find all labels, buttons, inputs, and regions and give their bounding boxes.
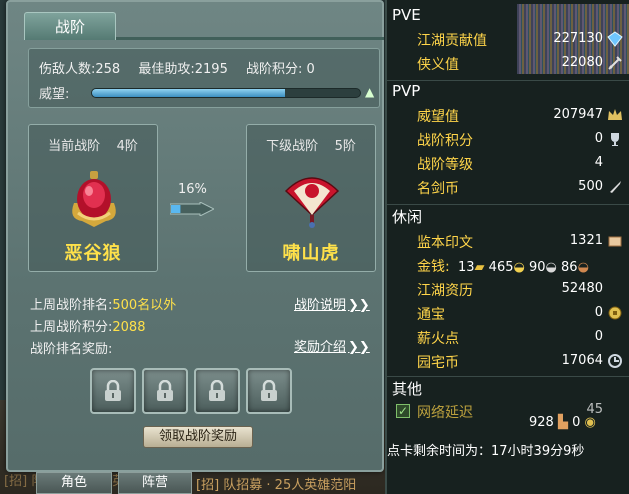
currency-label: 通宝 [417, 307, 445, 323]
chat-line: [招] 队招募 · 25人英雄范阳 [196, 478, 357, 493]
currency-label: 威望值 [417, 109, 459, 125]
prestige-fill [92, 89, 285, 97]
coin-icon: ◉ [584, 415, 596, 430]
reward-slot-locked[interactable] [90, 368, 136, 414]
silver-ingot-icon: ◒ [545, 260, 557, 275]
gold-brick-icon: ▰ [474, 260, 485, 275]
currency-label: 监本印文 [417, 235, 473, 251]
currency-value: 0 [594, 329, 603, 344]
currency-value: 0 [594, 305, 603, 320]
progress-arrow [170, 202, 214, 216]
double-chevron-icon: ❯❯ [348, 340, 370, 355]
current-rank-name: 恶谷狼 [64, 243, 122, 264]
footer-row: 928 ▙ 0 ◉ [389, 410, 629, 436]
current-rank-head: 当前战阶 4阶 [48, 139, 138, 154]
rank-explain-link[interactable]: 战阶说明 ❯❯ [294, 294, 370, 313]
currency-value: 52480 [561, 281, 603, 296]
reward-slot-locked[interactable] [142, 368, 188, 414]
copper-ingot-icon: ◒ [577, 260, 589, 275]
blade-icon [610, 181, 621, 193]
assist-stat: 最佳助攻:2195 [138, 62, 228, 77]
prestige-label: 威望: [39, 87, 70, 102]
stats-box: 伤敌人数:258 最佳助攻:2195 战阶积分: 0 威望: ▲ [28, 48, 380, 108]
currency-value: 17064 [561, 353, 603, 368]
lock-icon [261, 380, 277, 401]
points-stat: 战阶积分: 0 [245, 62, 315, 77]
currency-value: 207947 [553, 107, 603, 122]
trophy-icon [611, 133, 619, 146]
currency-value: 22080 [561, 55, 603, 70]
next-rank-card: 下级战阶 5阶 啸山虎 [246, 124, 376, 272]
reward-slot-locked[interactable] [246, 368, 292, 414]
boot-icon: ▙ [557, 415, 568, 430]
money-row: 金钱: 13▰ 465◒ 90◒ 86◒ [417, 259, 589, 275]
divider [387, 376, 629, 377]
last-week-rank: 上周战阶排名:500名以外 [30, 298, 177, 313]
currency-value: 0 [594, 131, 603, 146]
currency-label: 薪火点 [417, 331, 459, 347]
next-rank-head: 下级战阶 5阶 [266, 139, 356, 154]
currency-value: 1321 [569, 233, 603, 248]
rank-reward-label: 战阶排名奖励: [30, 342, 113, 357]
divider [387, 80, 629, 81]
currency-label: 江湖资历 [417, 283, 473, 299]
lock-icon [209, 380, 225, 401]
section-title-pve: PVE [392, 6, 421, 24]
lock-icon [105, 380, 121, 401]
reward-slot-locked[interactable] [194, 368, 240, 414]
card-time-remaining: 点卡剩余时间为：17小时39分9秒 [387, 444, 585, 459]
currency-label: 园宅币 [417, 355, 459, 371]
sword-icon [608, 56, 622, 70]
section-title-leisure: 休闲 [392, 208, 423, 226]
reward-intro-link[interactable]: 奖励介绍 ❯❯ [294, 336, 370, 355]
progress-percent: 16% [178, 182, 207, 197]
tab-rank[interactable]: 战阶 [24, 12, 116, 40]
currency-label: 战阶等级 [417, 157, 473, 173]
double-chevron-icon: ❯❯ [348, 298, 370, 313]
currency-value: 227130 [553, 31, 603, 46]
claim-reward-button[interactable]: 领取战阶奖励 [143, 426, 253, 448]
next-rank-name: 啸山虎 [282, 243, 340, 264]
tab-underline [116, 37, 384, 40]
currency-value: 4 [594, 155, 603, 170]
crown-icon [608, 109, 622, 120]
current-rank-card: 当前战阶 4阶 恶谷狼 [28, 124, 158, 272]
tab-faction[interactable]: 阵营 [118, 472, 192, 494]
currency-label: 江湖贡献值 [417, 33, 487, 49]
gold-ingot-icon: ◒ [513, 260, 525, 275]
currency-panel: PVE 江湖贡献值 227130 侠义值 22080 PVP 威望值 20794… [385, 0, 629, 494]
currency-label: 侠义值 [417, 57, 459, 73]
damage-stat: 伤敌人数:258 [39, 62, 121, 77]
currency-label: 名剑币 [417, 181, 459, 197]
divider [387, 204, 629, 205]
seal-icon [608, 236, 622, 247]
fan-emblem-icon [284, 177, 340, 228]
coin-icon [608, 306, 622, 320]
prestige-bar [91, 88, 361, 98]
lock-icon [157, 380, 173, 401]
section-title-pvp: PVP [392, 82, 421, 100]
tab-character[interactable]: 角色 [36, 472, 112, 494]
currency-label: 战阶积分 [417, 133, 473, 149]
house-coin-icon [608, 354, 622, 368]
section-title-other: 其他 [392, 380, 423, 398]
gem-icon [607, 31, 623, 47]
prestige-marker-icon: ▲ [365, 85, 375, 99]
wolf-emblem-icon [72, 171, 116, 227]
currency-value: 500 [578, 179, 603, 194]
last-week-points: 上周战阶积分:2088 [30, 320, 146, 335]
rank-panel: 战阶 伤敌人数:258 最佳助攻:2195 战阶积分: 0 威望: ▲ 当前战阶… [6, 0, 384, 472]
footer-count: 928 ▙ 0 ◉ [529, 415, 596, 430]
stats-row: 伤敌人数:258 最佳助攻:2195 战阶积分: 0 [39, 58, 329, 77]
